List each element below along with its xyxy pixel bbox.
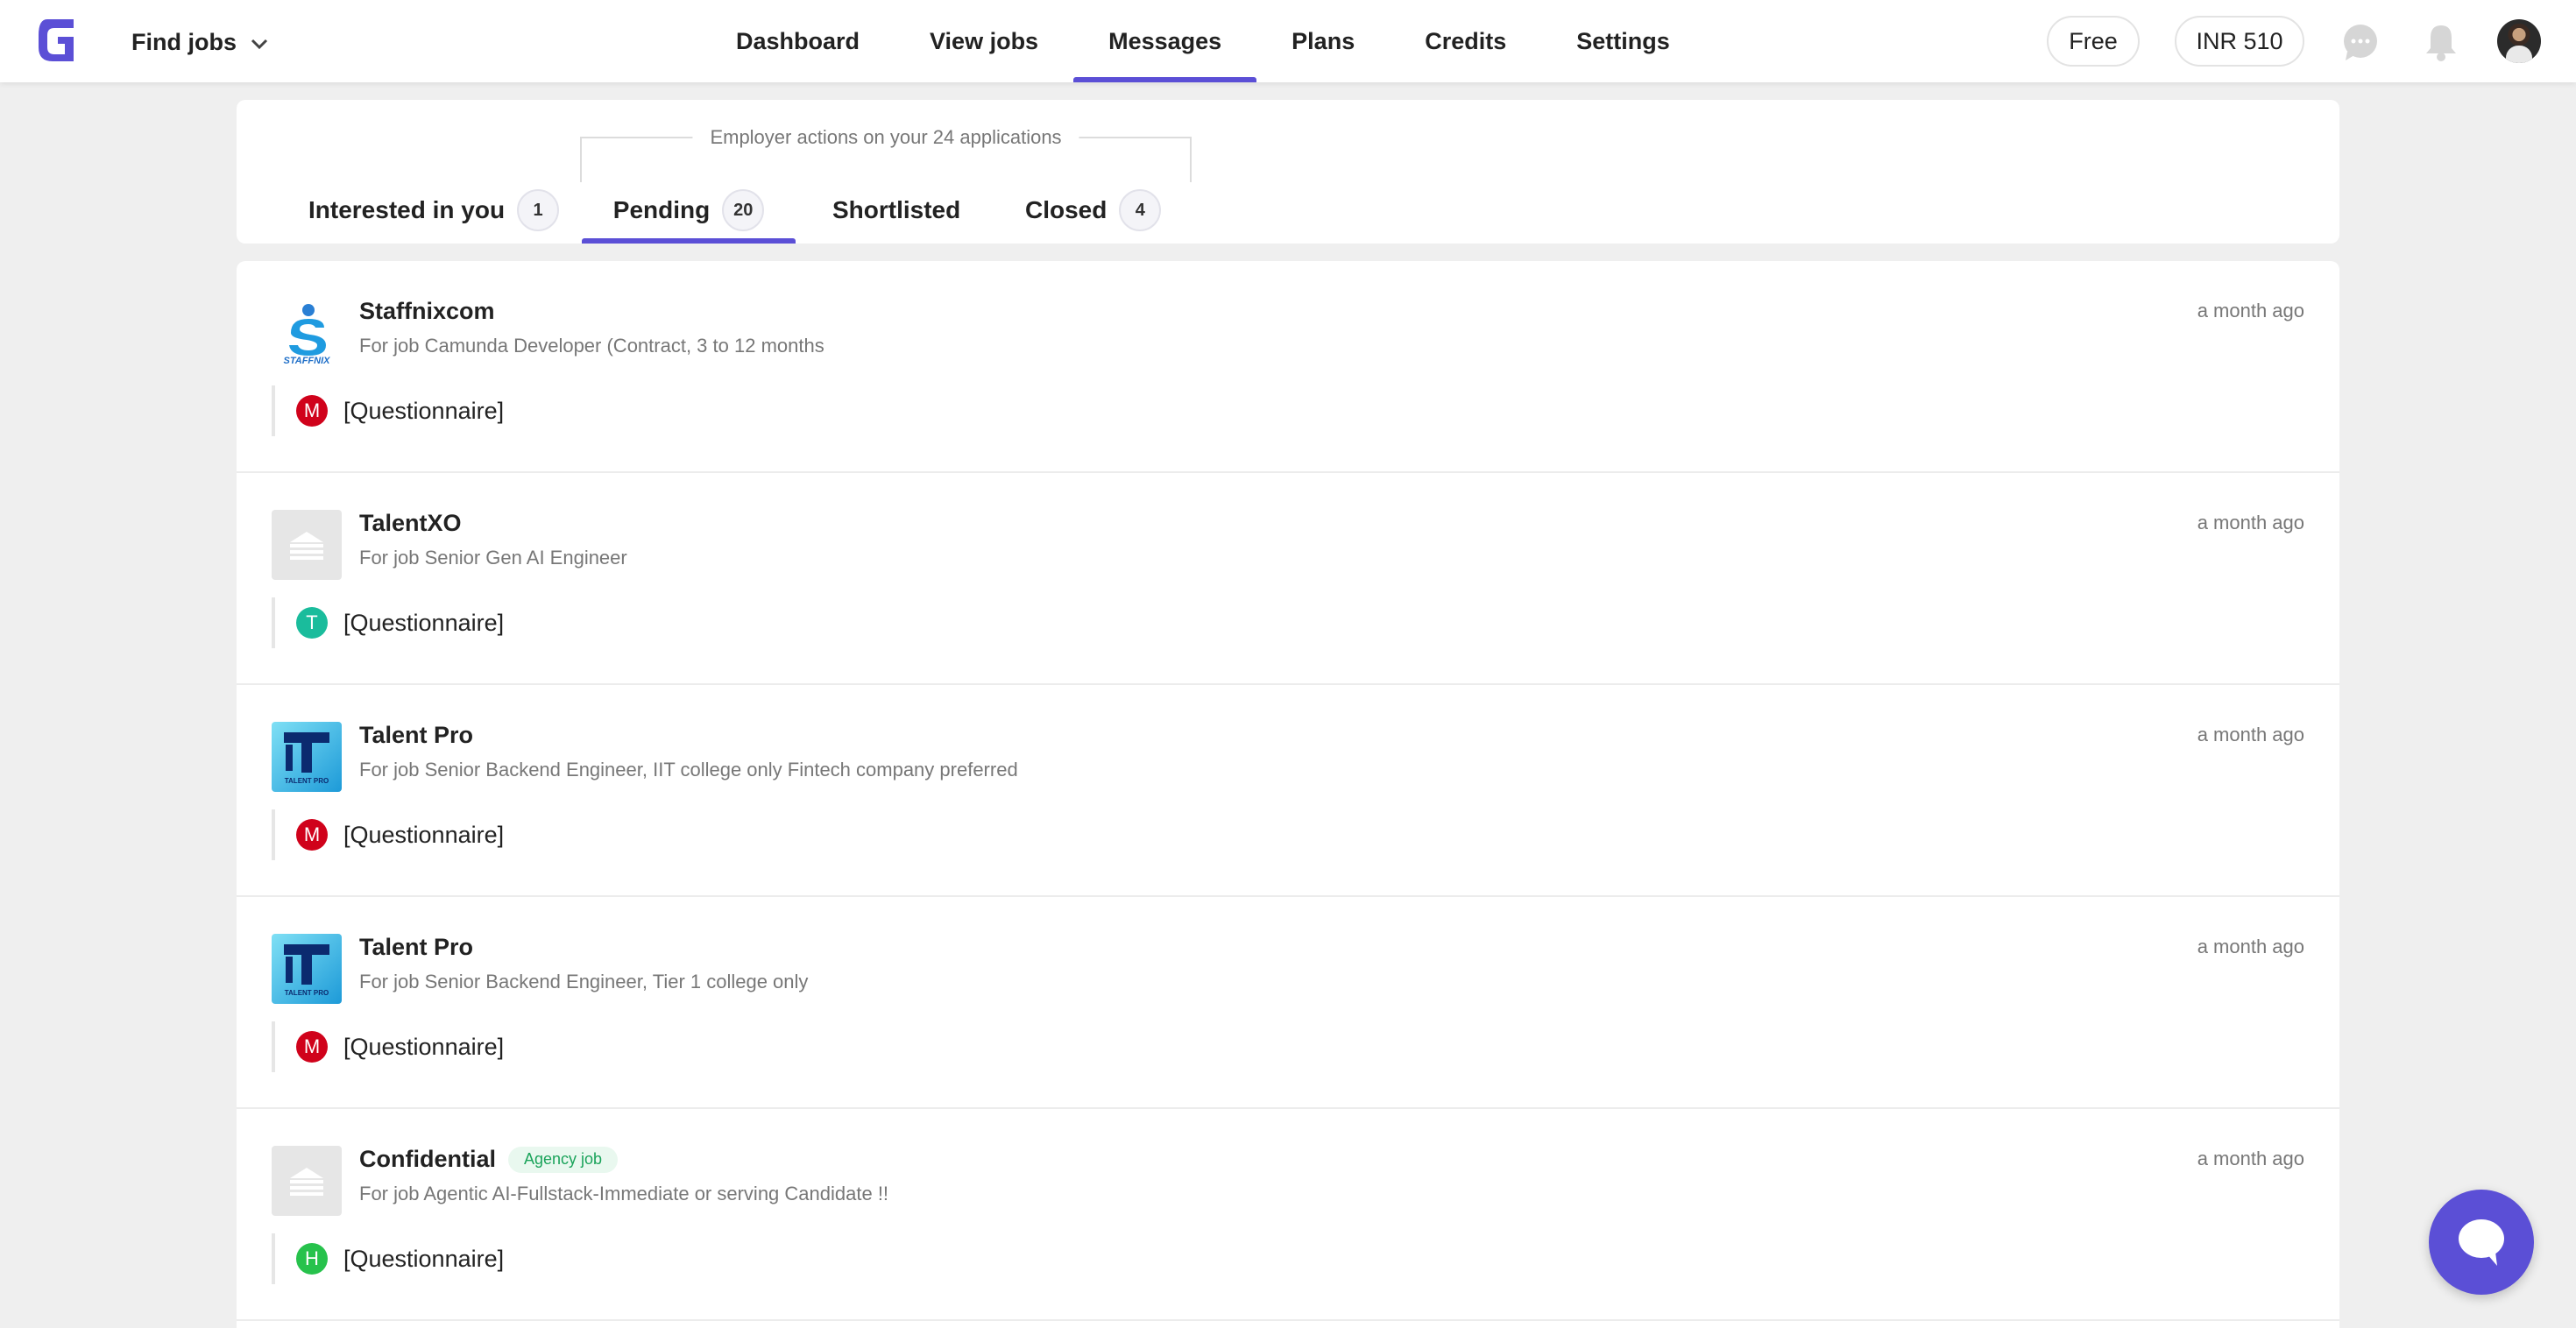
message-text: [Questionnaire] (343, 1245, 505, 1272)
nav-settings-label: Settings (1576, 27, 1670, 54)
message-text: [Questionnaire] (343, 609, 505, 636)
timestamp: a month ago (2197, 512, 2304, 533)
message-text: [Questionnaire] (343, 397, 505, 424)
message-preview: T [Questionnaire] (272, 597, 504, 648)
brand-logo-icon[interactable] (35, 18, 79, 63)
staffnix-logo-icon: STAFFNIX (272, 298, 342, 368)
sender-avatar: T (296, 607, 328, 639)
company-name-text: TalentXO (359, 510, 462, 536)
job-title: For job Camunda Developer (Contract, 3 t… (359, 335, 824, 357)
tab-interested-in-you[interactable]: Interested in you 1 (308, 182, 560, 244)
company-name: Talent Pro (359, 722, 473, 749)
sender-avatar: M (296, 1031, 328, 1063)
sender-avatar: M (296, 819, 328, 851)
tabs-caption-bracket: Employer actions on your 24 applications (580, 126, 1192, 182)
nav-messages-label: Messages (1108, 27, 1222, 54)
company-name-text: Staffnixcom (359, 298, 495, 324)
applications-tabs-card: Employer actions on your 24 applications… (237, 100, 2339, 244)
nav-messages[interactable]: Messages (1073, 0, 1257, 82)
plan-pill[interactable]: Free (2047, 16, 2140, 67)
message-item[interactable]: STAFFNIX Staffnixcom For job Camunda Dev… (237, 261, 2339, 473)
nav-view-jobs-label: View jobs (930, 27, 1039, 54)
tabs-caption: Employer actions on your 24 applications (692, 126, 1079, 149)
svg-text:STAFFNIX: STAFFNIX (284, 356, 331, 366)
sender-avatar: M (296, 395, 328, 427)
timestamp: a month ago (2197, 936, 2304, 957)
company-name: Talent Pro (359, 934, 473, 961)
nav-credits-label: Credits (1425, 27, 1507, 54)
message-preview: M [Questionnaire] (272, 385, 504, 436)
nav-plans[interactable]: Plans (1256, 0, 1390, 82)
user-avatar[interactable] (2497, 19, 2541, 63)
timestamp: a month ago (2197, 724, 2304, 745)
agency-job-badge: Agency job (508, 1146, 619, 1173)
tab-pending[interactable]: Pending 20 (582, 182, 796, 244)
message-preview: H [Questionnaire] (272, 1233, 504, 1284)
nav-plans-label: Plans (1292, 27, 1355, 54)
bell-icon[interactable] (2420, 21, 2462, 63)
building-placeholder-icon (272, 1146, 342, 1216)
job-title: For job Agentic AI-Fullstack-Immediate o… (359, 1183, 889, 1204)
message-item[interactable]: TalentXO For job Senior Gen AI Engineer … (237, 473, 2339, 685)
company-name-text: Talent Pro (359, 722, 474, 748)
chat-widget-icon[interactable] (2429, 1190, 2534, 1295)
nav-view-jobs[interactable]: View jobs (895, 0, 1073, 82)
chat-bubble-icon[interactable] (2339, 21, 2381, 63)
timestamp: a month ago (2197, 1148, 2304, 1169)
sender-avatar: H (296, 1243, 328, 1275)
job-title: For job Senior Gen AI Engineer (359, 547, 627, 569)
message-preview: M [Questionnaire] (272, 1021, 504, 1072)
main-nav: Dashboard View jobs Messages Plans Credi… (701, 0, 1705, 82)
svg-text:TALENT PRO: TALENT PRO (285, 777, 329, 785)
company-name-text: Talent Pro (359, 934, 474, 960)
nav-settings[interactable]: Settings (1541, 0, 1705, 82)
job-title: For job Senior Backend Engineer, IIT col… (359, 759, 1018, 781)
tab-count-badge: 20 (722, 189, 765, 231)
find-jobs-dropdown[interactable]: Find jobs (131, 25, 268, 60)
nav-credits[interactable]: Credits (1390, 0, 1541, 82)
message-item[interactable]: TALENT PRO Talent Pro For job Senior Bac… (237, 685, 2339, 897)
find-jobs-label: Find jobs (131, 28, 237, 55)
tab-label: Shortlisted (832, 196, 961, 223)
chevron-down-icon (251, 29, 268, 56)
company-name: TalentXO (359, 510, 462, 537)
job-title: For job Senior Backend Engineer, Tier 1 … (359, 971, 809, 992)
building-placeholder-icon (272, 510, 342, 580)
message-list: STAFFNIX Staffnixcom For job Camunda Dev… (237, 261, 2339, 1328)
talent-pro-logo-icon: TALENT PRO (272, 722, 342, 792)
message-text: [Questionnaire] (343, 1033, 505, 1060)
message-item[interactable]: TALENT PRO Talent Pro For job Senior Bac… (237, 897, 2339, 1109)
company-name-text: Confidential (359, 1146, 496, 1172)
tab-label: Closed (1025, 196, 1108, 223)
tab-label: Interested in you (308, 196, 506, 223)
message-text: [Questionnaire] (343, 821, 505, 848)
tab-label: Pending (612, 196, 711, 223)
nav-dashboard-label: Dashboard (736, 27, 860, 54)
top-navbar: Find jobs Dashboard View jobs Messages P… (0, 0, 2576, 82)
company-name: Confidential Agency job (359, 1146, 619, 1173)
message-item[interactable]: Confidential Agency job For job Agentic … (237, 1109, 2339, 1321)
company-name: Staffnixcom (359, 298, 495, 325)
talent-pro-logo-icon: TALENT PRO (272, 934, 342, 1004)
tab-shortlisted[interactable]: Shortlisted (832, 182, 960, 244)
nav-dashboard[interactable]: Dashboard (701, 0, 895, 82)
tab-count-badge: 4 (1119, 189, 1162, 231)
tab-count-badge: 1 (517, 189, 560, 231)
timestamp: a month ago (2197, 300, 2304, 321)
credits-pill[interactable]: INR 510 (2175, 16, 2304, 67)
tab-closed[interactable]: Closed 4 (1025, 182, 1162, 244)
svg-text:TALENT PRO: TALENT PRO (285, 989, 329, 997)
message-preview: M [Questionnaire] (272, 809, 504, 860)
